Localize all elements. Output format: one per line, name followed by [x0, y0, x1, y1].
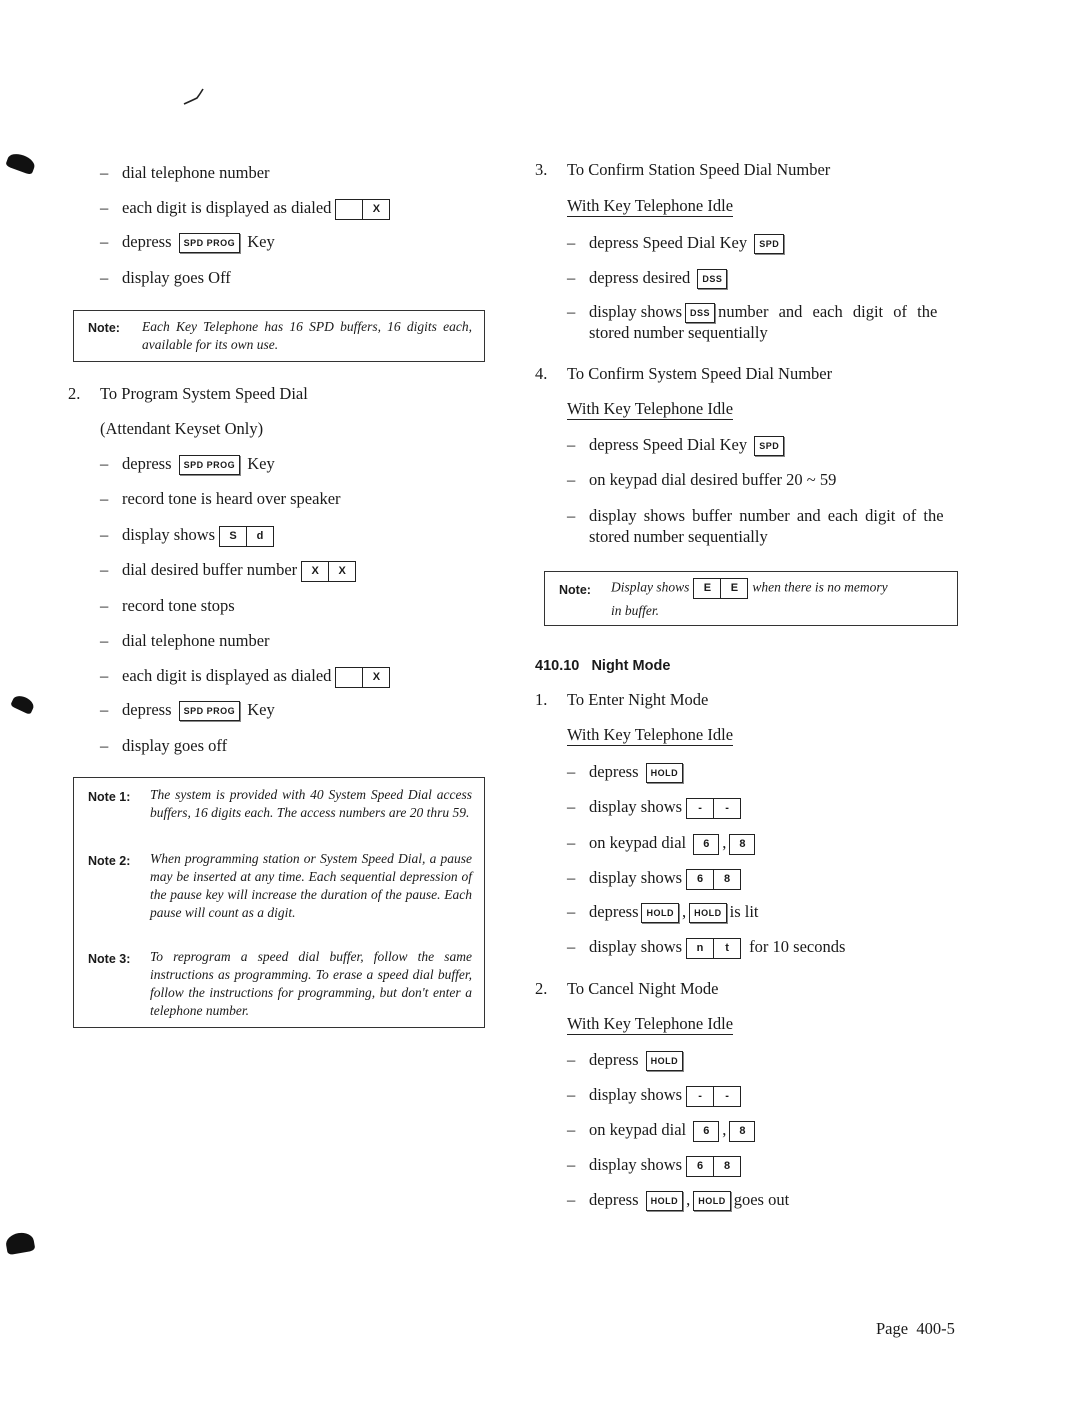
step: – display shows - - — [567, 796, 745, 819]
note-box: Note: Display shows E Ewhen there is no me… — [544, 571, 958, 626]
step: – depress HOLD — [567, 1049, 686, 1072]
display-indicator: EE — [693, 578, 749, 599]
step: – dial telephone number — [100, 631, 270, 650]
step-continuation: stored number sequentially — [589, 527, 768, 546]
step: – depress Speed Dial Key SPD — [567, 232, 787, 255]
hold-key: HOLD — [641, 903, 679, 924]
punch-hole-mark — [4, 1230, 36, 1256]
punch-hole-mark — [10, 693, 36, 715]
condition: With Key Telephone Idle — [567, 196, 734, 217]
step: – display shows Sd — [100, 524, 278, 547]
section-heading: 4. To Confirm System Speed Dial Number — [535, 364, 833, 383]
display-indicator: X — [335, 666, 391, 688]
step: – display goes Off — [100, 268, 231, 287]
notes-box: Note 1: The system is provided with 40 S… — [73, 777, 485, 1028]
section-heading: 2. To Program System Speed Dial — [68, 384, 308, 403]
step: – depress SPD PROG Key — [100, 453, 275, 476]
step: – depress HOLD, HOLD is lit — [567, 901, 759, 924]
section-subtitle: (Attendant Keyset Only) — [100, 419, 264, 438]
section-heading: 1. To Enter Night Mode — [535, 690, 709, 709]
spd-key: SPD — [754, 234, 785, 255]
step: – display shows DSS number and each digit o… — [567, 301, 937, 324]
spd-prog-key: SPD PROG — [178, 455, 241, 476]
step: – display shows 6 8 — [567, 867, 745, 890]
hold-key: HOLD — [693, 1191, 731, 1212]
step: – depress desired DSS — [567, 267, 730, 290]
step: – display shows - - — [567, 1084, 745, 1107]
step: – depress SPD PROG Key — [100, 231, 275, 254]
step: – record tone stops — [100, 596, 235, 615]
step: – on keypad dial desired buffer 20 ~ 59 — [567, 470, 837, 489]
step: – each digit is displayed as dialed X — [100, 665, 394, 688]
dss-key: DSS — [685, 303, 716, 324]
step: – each digit is displayed as dialed X — [100, 197, 394, 220]
step-continuation: stored number sequentially — [589, 323, 768, 342]
spd-prog-key: SPD PROG — [178, 701, 241, 722]
pen-mark — [183, 88, 205, 106]
display-indicator: X — [335, 198, 391, 220]
step: – display shows buffer number and each di… — [567, 506, 944, 525]
hold-key: HOLD — [645, 1051, 684, 1072]
step: – depress SPD PROG Key — [100, 699, 275, 722]
keypad-key-6: 6 — [693, 833, 720, 855]
hold-key: HOLD — [689, 903, 727, 924]
step: – display goes off — [100, 736, 228, 755]
step: – on keypad dial 6,8 — [567, 832, 758, 855]
display-indicator: XX — [301, 560, 357, 582]
section-heading: 3. To Confirm Station Speed Dial Number — [535, 160, 831, 179]
keypad-key-8: 8 — [729, 833, 756, 855]
hold-key: HOLD — [645, 1191, 684, 1212]
step: – record tone is heard over speaker — [100, 489, 341, 508]
step: – display shows n t for 10 seconds — [567, 936, 845, 959]
page-number: Page 400-5 — [876, 1319, 955, 1338]
keypad-key-8: 8 — [729, 1120, 756, 1142]
display-indicator: nt — [686, 937, 742, 959]
dss-key: DSS — [697, 269, 728, 290]
step: – depress HOLD, HOLD goes out — [567, 1189, 789, 1212]
step: – dial desired buffer number X X — [100, 559, 360, 582]
display-indicator: -- — [686, 797, 742, 819]
punch-hole-mark — [5, 150, 37, 176]
condition: With Key Telephone Idle — [567, 725, 734, 746]
spd-prog-key: SPD PROG — [178, 233, 241, 254]
step: – depress HOLD — [567, 761, 686, 784]
section-title: 410.10 Night Mode — [535, 658, 671, 674]
condition: With Key Telephone Idle — [567, 1014, 734, 1035]
step: – dial telephone number — [100, 163, 270, 182]
hold-key: HOLD — [645, 763, 684, 784]
section-heading: 2. To Cancel Night Mode — [535, 979, 719, 998]
step: – on keypad dial 6,8 — [567, 1119, 758, 1142]
note-box: Note: Each Key Telephone has 16 SPD buff… — [73, 310, 485, 362]
spd-key: SPD — [754, 436, 785, 457]
step: – display shows 6 8 — [567, 1154, 745, 1177]
display-indicator: 68 — [686, 868, 742, 890]
keypad-key-6: 6 — [693, 1120, 720, 1142]
condition: With Key Telephone Idle — [567, 399, 734, 420]
display-indicator: Sd — [219, 525, 275, 547]
display-indicator: -- — [686, 1085, 742, 1107]
display-indicator: 68 — [686, 1155, 742, 1177]
step: – depress Speed Dial Key SPD — [567, 434, 787, 457]
